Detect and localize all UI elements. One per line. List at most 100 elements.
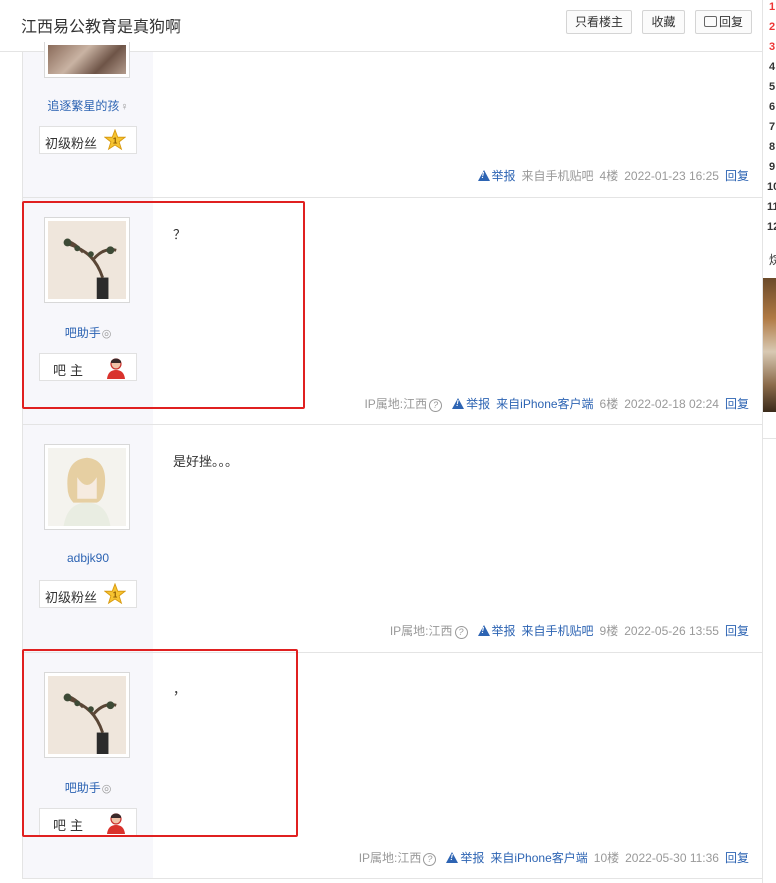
post-meta: IP属地:江西? 举报来自手机贴吧 9楼 2022-05-26 13:55 回复 xyxy=(384,622,749,639)
report-label: 举报 xyxy=(491,169,516,183)
only-author-button[interactable]: 只看楼主 xyxy=(566,10,632,34)
verified-icon: ◎ xyxy=(101,783,112,795)
badge-label: 初级粉丝 xyxy=(45,590,98,605)
fan-level-badge[interactable]: 初级粉丝 1 xyxy=(39,126,137,154)
rank-number[interactable]: 12 xyxy=(767,221,776,233)
post-client[interactable]: 来自iPhone客户端 xyxy=(490,851,587,865)
svg-text:1: 1 xyxy=(113,137,118,146)
report-link[interactable]: 举报 xyxy=(446,851,484,865)
post-meta: 举报来自手机贴吧 4楼 2022-01-23 16:25 回复 xyxy=(468,167,749,184)
post-client[interactable]: 来自手机贴吧 xyxy=(522,624,594,638)
username-link[interactable]: 追逐繁星的孩♀ xyxy=(23,97,153,114)
rank-number[interactable]: 7 xyxy=(769,121,775,133)
post-time: 2022-02-18 02:24 xyxy=(624,397,719,411)
badge-label: 初级粉丝 xyxy=(45,136,98,151)
username: 吧助手 xyxy=(64,781,101,795)
rank-number[interactable]: 9 xyxy=(769,161,775,173)
post-time: 2022-05-30 11:36 xyxy=(625,851,719,865)
avatar-image xyxy=(48,221,126,299)
rank-number[interactable]: 5 xyxy=(769,81,775,93)
moderator-person-icon xyxy=(107,813,125,834)
help-icon[interactable]: ? xyxy=(423,853,437,866)
rank-number[interactable]: 8 xyxy=(769,141,775,153)
user-column: 吧助手◎ 吧主 xyxy=(23,198,153,424)
svg-text:1: 1 xyxy=(113,591,118,600)
favorite-button[interactable]: 收藏 xyxy=(642,10,685,34)
help-icon[interactable]: ? xyxy=(454,626,468,639)
post-reply-link[interactable]: 回复 xyxy=(725,169,749,183)
post-time: 2022-05-26 13:55 xyxy=(624,624,719,638)
post-meta: IP属地:江西? 举报来自iPhone客户端 6楼 2022-02-18 02:24 回… xyxy=(358,395,749,412)
rank-number[interactable]: 10 xyxy=(767,181,776,193)
avatar-image xyxy=(48,676,126,754)
divider xyxy=(763,438,776,439)
avatar-image xyxy=(48,448,126,526)
rank-number[interactable]: 4 xyxy=(769,61,775,73)
right-sidebar: 1 2 3 4 5 6 7 8 9 10 11 12 烷 xyxy=(762,0,776,883)
sidebar-section-char: 烷 xyxy=(769,254,776,266)
floor-number: 10楼 xyxy=(593,851,620,865)
post-item: adbjk90 初级粉丝 1 是好挫。。。 IP属地:江西? 举报来自手机贴吧 9楼… xyxy=(23,425,763,653)
user-column: 吧助手◎ 吧主 xyxy=(23,653,153,878)
post-client: 来自手机贴吧 xyxy=(521,169,594,183)
post-time: 2022-01-23 16:25 xyxy=(624,169,719,183)
report-link[interactable]: 举报 xyxy=(452,397,490,411)
reply-icon xyxy=(703,16,717,27)
star-level-1-icon: 1 xyxy=(104,129,126,151)
warning-icon xyxy=(477,170,490,181)
warning-icon xyxy=(452,398,465,409)
post-item: 吧助手◎ 吧主 ， IP属地:江西? 举报来自iPhone客户端 10楼 2022-0… xyxy=(23,653,763,879)
report-label: 举报 xyxy=(491,624,516,638)
report-label: 举报 xyxy=(466,397,491,411)
ip-location-text: IP属地:江西 xyxy=(389,624,453,638)
username: adbjk90 xyxy=(66,551,110,565)
reply-button[interactable]: 回复 xyxy=(695,10,752,34)
post-reply-link[interactable]: 回复 xyxy=(725,851,749,865)
avatar[interactable] xyxy=(44,672,130,758)
username-link[interactable]: adbjk90 xyxy=(23,551,153,565)
username: 吧助手 xyxy=(64,326,101,340)
post-reply-link[interactable]: 回复 xyxy=(725,397,749,411)
help-icon[interactable]: ? xyxy=(429,399,443,412)
floor-number: 4楼 xyxy=(599,169,619,183)
report-link[interactable]: 举报 xyxy=(477,169,516,183)
post-content: ， xyxy=(173,682,187,697)
rank-number[interactable]: 3 xyxy=(769,41,775,53)
gender-icon: ♀ xyxy=(120,101,129,113)
post-reply-link[interactable]: 回复 xyxy=(725,624,749,638)
star-level-1-icon: 1 xyxy=(104,583,126,605)
post-list: 追逐繁星的孩♀ 初级粉丝 1 举报来自手机贴吧4楼2022-01-23 16:2… xyxy=(22,42,763,879)
post-content: 是好挫。。。 xyxy=(173,454,239,469)
fan-level-badge[interactable]: 初级粉丝 1 xyxy=(39,580,137,608)
rank-number[interactable]: 11 xyxy=(767,201,776,213)
post-item: 追逐繁星的孩♀ 初级粉丝 1 举报来自手机贴吧 4楼 2022-01-23 16:2… xyxy=(23,42,763,198)
username-link[interactable]: 吧助手◎ xyxy=(23,324,153,341)
avatar[interactable] xyxy=(44,444,130,530)
post-item: 吧助手◎ 吧主 ？ IP属地:江西? 举报来自iPhone客户端 6楼 2022-02… xyxy=(23,198,763,425)
avatar[interactable] xyxy=(44,217,130,303)
divider xyxy=(22,878,762,879)
rank-number[interactable]: 1 xyxy=(769,1,775,13)
post-content: ？ xyxy=(173,227,187,242)
moderator-badge[interactable]: 吧主 xyxy=(39,808,137,836)
ip-location-text: IP属地:江西 xyxy=(364,397,428,411)
avatar[interactable] xyxy=(44,42,130,78)
user-column: 追逐繁星的孩♀ 初级粉丝 1 xyxy=(23,42,153,197)
rank-number[interactable]: 6 xyxy=(769,101,775,113)
post-meta: IP属地:江西? 举报来自iPhone客户端 10楼 2022-05-30 11:36… xyxy=(353,849,749,866)
ip-location: IP属地:江西? xyxy=(389,624,468,639)
warning-icon xyxy=(446,852,459,863)
moderator-person-icon xyxy=(107,358,125,379)
warning-icon xyxy=(477,625,490,636)
ip-location: IP属地:江西? xyxy=(359,851,437,866)
post-client[interactable]: 来自iPhone客户端 xyxy=(496,397,593,411)
floor-number: 6楼 xyxy=(599,397,619,411)
avatar-image xyxy=(48,45,126,74)
rank-number[interactable]: 2 xyxy=(769,21,775,33)
username: 追逐繁星的孩 xyxy=(47,99,120,113)
moderator-badge[interactable]: 吧主 xyxy=(39,353,137,381)
username-link[interactable]: 吧助手◎ xyxy=(23,779,153,796)
sidebar-thumbnail[interactable] xyxy=(763,278,776,412)
verified-icon: ◎ xyxy=(101,328,112,340)
report-link[interactable]: 举报 xyxy=(477,624,516,638)
